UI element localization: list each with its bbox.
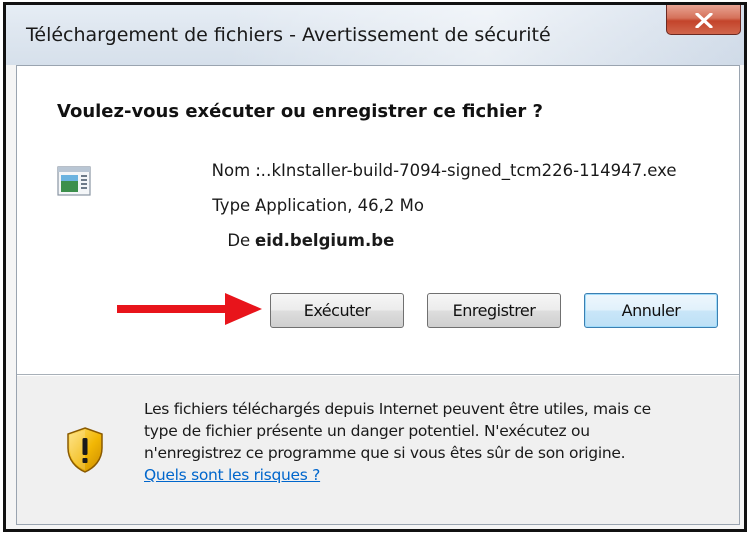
file-name-label: Nom : <box>211 161 261 180</box>
shield-warning-icon <box>67 427 103 473</box>
warning-line: n'enregistrez ce programme que si vous ê… <box>144 444 626 462</box>
cancel-button[interactable]: Annuler <box>584 293 718 328</box>
warning-line: type de fichier présente un danger poten… <box>144 422 590 440</box>
file-type-value: Application, 46,2 Mo <box>255 196 424 215</box>
title-bar[interactable]: Téléchargement de fichiers - Avertisseme… <box>6 5 744 65</box>
warning-line: Les fichiers téléchargés depuis Internet… <box>144 400 651 418</box>
file-source-row: De : eid.belgium.be <box>17 231 741 255</box>
dialog-question: Voulez-vous exécuter ou enregistrer ce f… <box>57 101 543 122</box>
file-type-row: Type : Application, 46,2 Mo <box>17 196 741 220</box>
warning-message: Les fichiers téléchargés depuis Internet… <box>144 398 724 486</box>
security-warning-panel: Les fichiers téléchargés depuis Internet… <box>17 376 739 524</box>
red-arrow-icon <box>117 293 262 325</box>
close-icon <box>695 13 713 28</box>
save-button[interactable]: Enregistrer <box>427 293 561 328</box>
window-title: Téléchargement de fichiers - Avertisseme… <box>26 24 551 46</box>
close-button[interactable] <box>666 5 741 35</box>
file-name-row: Nom : …kInstaller-build-7094-signed_tcm2… <box>17 161 741 185</box>
dialog-content: Voulez-vous exécuter ou enregistrer ce f… <box>16 65 740 525</box>
risks-link[interactable]: Quels sont les risques ? <box>144 466 320 484</box>
run-button[interactable]: Exécuter <box>270 293 404 328</box>
file-name-value: …kInstaller-build-7094-signed_tcm226-114… <box>255 161 677 180</box>
screenshot-frame: Téléchargement de fichiers - Avertisseme… <box>3 2 747 532</box>
file-type-label: Type : <box>212 196 261 215</box>
file-source-value: eid.belgium.be <box>255 231 395 250</box>
